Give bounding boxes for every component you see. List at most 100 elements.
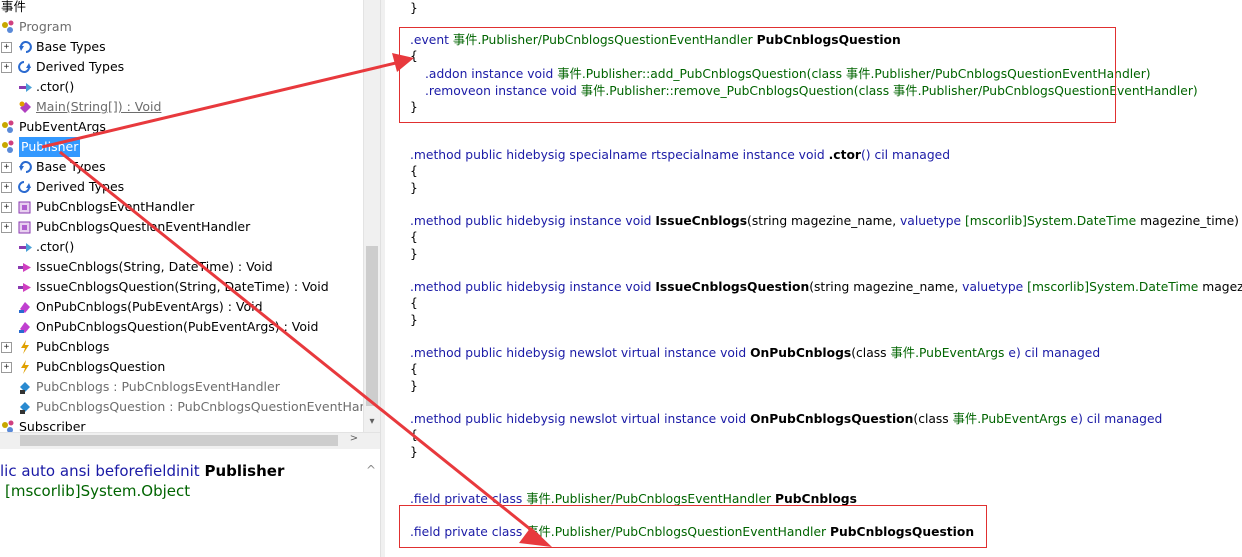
- method-icon: [17, 279, 33, 295]
- tree-horizontal-scroll-thumb[interactable]: [20, 435, 338, 446]
- tree-item-label: PubCnblogsQuestion: [36, 359, 166, 374]
- tree-item-label: PubCnblogsQuestion : PubCnblogsQuestionE…: [36, 399, 380, 414]
- tree-item-label: Program: [19, 19, 72, 34]
- tree-header-label: 事件: [1, 0, 27, 14]
- tree-item-label: PubEventArgs: [19, 119, 106, 134]
- tree-item-label: Subscriber: [19, 419, 86, 432]
- class-icon: [0, 139, 16, 155]
- code-brace: }: [410, 181, 418, 195]
- tree-item-label: .ctor(): [36, 239, 75, 254]
- tree-item-onpubcnblogs[interactable]: OnPubCnblogs(PubEventArgs) : Void: [0, 297, 363, 317]
- tree-item-label: Base Types: [36, 159, 106, 174]
- tree-item-label: Derived Types: [36, 179, 125, 194]
- tree-item-program[interactable]: Program: [0, 17, 363, 37]
- detail-declaration: lic auto ansi beforefieldinit Publisher: [0, 462, 284, 480]
- method-icon: [17, 259, 33, 275]
- tree-item-issuecnblogs[interactable]: IssueCnblogs(String, DateTime) : Void: [0, 257, 363, 277]
- event-icon: [17, 339, 33, 355]
- vmethod-icon: [17, 299, 33, 315]
- expand-toggle-icon[interactable]: +: [1, 222, 12, 233]
- tree-item-pubcnblogsquestion-event[interactable]: + PubCnblogsQuestion: [0, 357, 363, 377]
- onpubcnblogs-declaration: .method public hidebysig newslot virtual…: [410, 346, 1101, 360]
- field-icon: [17, 379, 33, 395]
- tree-item-base-types[interactable]: + Base Types: [0, 37, 363, 57]
- issuecnblogs-declaration: .method public hidebysig instance void I…: [410, 214, 1242, 228]
- tree-item-label: PubCnblogsQuestionEventHandler: [36, 219, 251, 234]
- tree-item-ctor[interactable]: .ctor(): [0, 77, 363, 97]
- code-brace: {: [410, 428, 418, 442]
- expand-toggle-icon[interactable]: +: [1, 162, 12, 173]
- type-detail-pane: lic auto ansi beforefieldinit Publisher …: [0, 449, 380, 557]
- tree-item-label: Main(String[]) : Void: [36, 99, 162, 114]
- ctor-icon: [17, 239, 33, 255]
- tree-item-label: Derived Types: [36, 59, 125, 74]
- main-icon: [17, 99, 33, 115]
- tree-item-onpubcnblogsquestion[interactable]: OnPubCnblogsQuestion(PubEventArgs) : Voi…: [0, 317, 363, 337]
- event-highlight-box: [399, 27, 1116, 123]
- tree-item-pubcnblogs-event[interactable]: + PubCnblogs: [0, 337, 363, 357]
- code-brace: {: [410, 230, 418, 244]
- class-icon: [0, 419, 16, 432]
- tree-item-label: PubCnblogsEventHandler: [36, 199, 195, 214]
- tree-item-pubcnblogs-field[interactable]: PubCnblogs : PubCnblogsEventHandler: [0, 377, 363, 397]
- code-brace: }: [410, 247, 418, 261]
- code-brace: {: [410, 362, 418, 376]
- il-code-pane: } .event 事件.Publisher/PubCnblogsQuestion…: [385, 0, 1242, 557]
- detail-type-name: Publisher: [204, 462, 285, 480]
- tree-item-pubcnblogsquestioneventhandler[interactable]: + PubCnblogsQuestionEventHandler: [0, 217, 363, 237]
- expand-toggle-icon[interactable]: +: [1, 202, 12, 213]
- tree-item-label: PubCnblogs: [36, 339, 110, 354]
- tree-item-label: PubCnblogs : PubCnblogsEventHandler: [36, 379, 280, 394]
- tree-item-label: OnPubCnblogsQuestion(PubEventArgs) : Voi…: [36, 319, 319, 334]
- tree-item-derived-types[interactable]: + Derived Types: [0, 177, 363, 197]
- vmethod-icon: [17, 319, 33, 335]
- tree-item-pubeventargs[interactable]: PubEventArgs: [0, 117, 363, 137]
- expand-toggle-icon[interactable]: +: [1, 362, 12, 373]
- tree-item-publisher[interactable]: Publisher: [0, 137, 363, 157]
- tree-item-label: IssueCnblogs(String, DateTime) : Void: [36, 259, 273, 274]
- expand-toggle-icon[interactable]: +: [1, 42, 12, 53]
- detail-assembly: [mscorlib]: [5, 482, 81, 500]
- ctor-icon: [17, 79, 33, 95]
- scroll-down-arrow-icon[interactable]: ▾: [364, 416, 380, 427]
- detail-base-type[interactable]: System.Object: [81, 482, 191, 500]
- code-brace: {: [410, 296, 418, 310]
- code-brace: {: [410, 164, 418, 178]
- expand-toggle-icon[interactable]: +: [1, 62, 12, 73]
- code-brace: }: [410, 1, 418, 15]
- issuecnblogsquestion-declaration: .method public hidebysig instance void I…: [410, 280, 1242, 294]
- base-icon: [17, 39, 33, 55]
- tree-item-pubcnblogseventhandler[interactable]: + PubCnblogsEventHandler: [0, 197, 363, 217]
- scroll-right-arrow-icon[interactable]: >: [346, 433, 362, 444]
- nested-icon: [17, 219, 33, 235]
- tree-item-label: Publisher: [19, 137, 81, 157]
- tree-item-derived-types[interactable]: + Derived Types: [0, 57, 363, 77]
- event-icon: [17, 359, 33, 375]
- field-icon: [17, 399, 33, 415]
- derived-icon: [17, 59, 33, 75]
- tree-item-issuecnblogsquestion[interactable]: IssueCnblogsQuestion(String, DateTime) :…: [0, 277, 363, 297]
- nested-icon: [17, 199, 33, 215]
- detail-extends: [mscorlib]System.Object: [5, 482, 190, 500]
- tree-item-label: .ctor(): [36, 79, 75, 94]
- field-highlight-box: [399, 505, 987, 548]
- expand-toggle-icon[interactable]: +: [1, 342, 12, 353]
- detail-modifiers: lic auto ansi beforefieldinit: [0, 462, 205, 480]
- tree-item-ctor[interactable]: .ctor(): [0, 237, 363, 257]
- onpubcnblogsquestion-declaration: .method public hidebysig newslot virtual…: [410, 412, 1163, 426]
- tree-item-label: IssueCnblogsQuestion(String, DateTime) :…: [36, 279, 329, 294]
- expand-toggle-icon[interactable]: +: [1, 182, 12, 193]
- tree-item-base-types[interactable]: + Base Types: [0, 157, 363, 177]
- ctor-declaration: .method public hidebysig specialname rts…: [410, 148, 950, 162]
- type-tree[interactable]: 事件 Program + Base Types + Derived Types .ctor…: [0, 0, 380, 432]
- class-icon: [0, 119, 16, 135]
- code-brace: }: [410, 313, 418, 327]
- tree-item-subscriber[interactable]: Subscriber: [0, 417, 363, 432]
- tree-vertical-scroll-thumb[interactable]: [366, 246, 378, 406]
- class-icon: [0, 19, 16, 35]
- tree-item-label: Base Types: [36, 39, 106, 54]
- tree-item-main[interactable]: Main(String[]) : Void: [0, 97, 363, 117]
- code-brace: }: [410, 445, 418, 459]
- tree-item-pubcnblogsquestion-field[interactable]: PubCnblogsQuestion : PubCnblogsQuestionE…: [0, 397, 380, 417]
- collapse-icon[interactable]: ^: [366, 463, 376, 477]
